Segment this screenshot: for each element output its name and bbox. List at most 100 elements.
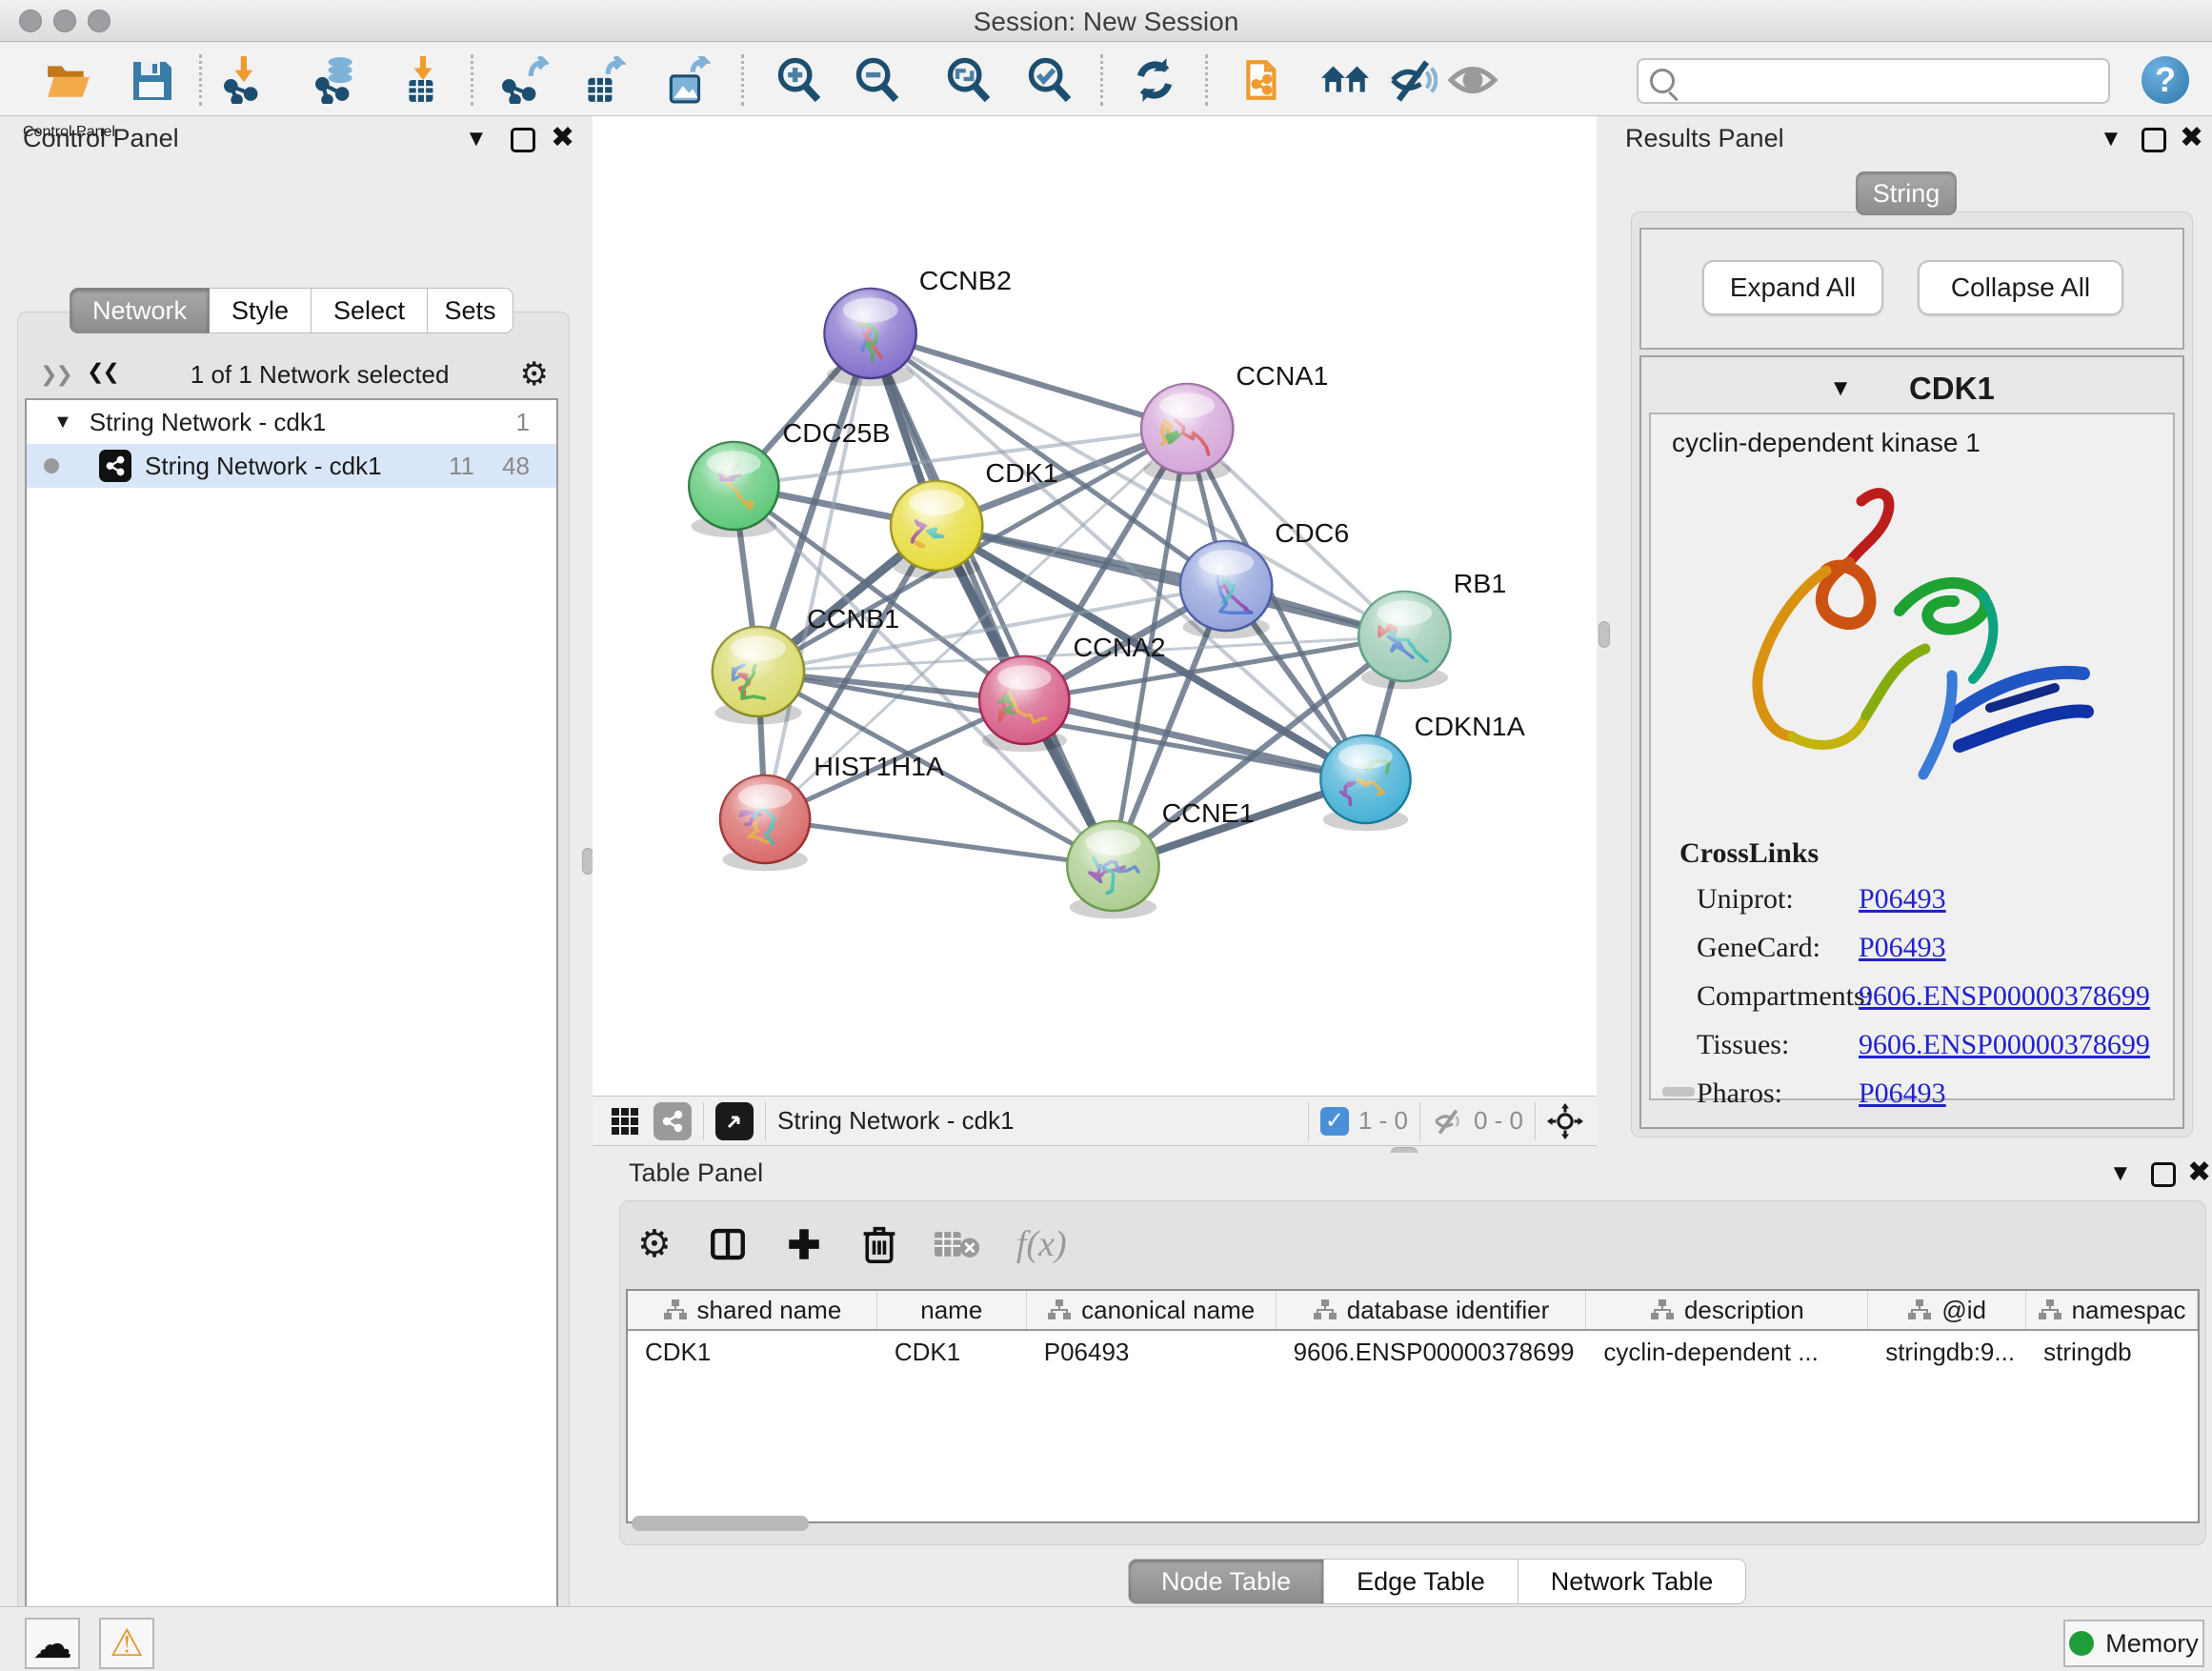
delete-table-icon[interactable] bbox=[935, 1227, 980, 1261]
panel-maximize-icon[interactable] bbox=[2151, 1162, 2176, 1187]
split-columns-icon[interactable] bbox=[708, 1224, 748, 1264]
collapse-all-icon[interactable]: ❯❯ bbox=[40, 362, 71, 387]
network-share-icon[interactable] bbox=[654, 1102, 692, 1140]
function-builder-icon[interactable]: f(x) bbox=[1016, 1223, 1067, 1265]
table-settings-gear-icon[interactable]: ⚙ bbox=[637, 1222, 672, 1266]
cell-6[interactable]: stringdb bbox=[2026, 1338, 2198, 1367]
search-icon bbox=[1650, 69, 1675, 93]
zoom-fit-button[interactable] bbox=[943, 54, 995, 106]
tab-node-table[interactable]: Node Table bbox=[1128, 1559, 1324, 1604]
expand-all-button[interactable]: Expand All bbox=[1702, 260, 1883, 315]
gear-icon[interactable]: ⚙ bbox=[520, 355, 549, 393]
panel-float-icon[interactable]: ▼ bbox=[2109, 1160, 2132, 1187]
export-image-button[interactable] bbox=[661, 54, 713, 106]
horizontal-scrollbar-thumb[interactable] bbox=[1662, 1087, 1695, 1097]
expander-icon[interactable]: ▼ bbox=[53, 412, 72, 433]
network-canvas[interactable]: CCNB2CCNA1CDC25BCDK1CDC6RB1CCNB1CCNA2CDK… bbox=[593, 116, 1597, 1096]
export-table-button[interactable] bbox=[576, 54, 628, 106]
birdseye-view-icon[interactable] bbox=[715, 1102, 754, 1140]
compartments-link[interactable]: 9606.ENSP00000378699 bbox=[1859, 980, 2150, 1013]
toolbar-separator bbox=[765, 1102, 766, 1140]
collection-count: 1 bbox=[516, 408, 530, 437]
panel-close-icon[interactable]: ✖ bbox=[551, 126, 574, 151]
tab-select[interactable]: Select bbox=[312, 288, 428, 333]
show-all-button[interactable] bbox=[1447, 54, 1498, 106]
network-collection-row[interactable]: ▼ String Network - cdk1 1 bbox=[27, 400, 556, 444]
protein-card-header[interactable]: ▼ CDK1 bbox=[1641, 371, 2182, 407]
cell-5[interactable]: stringdb:9... bbox=[1868, 1338, 2026, 1367]
grid-view-icon[interactable] bbox=[606, 1102, 644, 1140]
refresh-button[interactable] bbox=[1129, 54, 1180, 106]
cell-1[interactable]: CDK1 bbox=[877, 1338, 1027, 1367]
cell-4[interactable]: cyclin-dependent ... bbox=[1586, 1338, 1868, 1367]
panel-maximize-icon[interactable] bbox=[511, 128, 535, 152]
genecard-link[interactable]: P06493 bbox=[1859, 932, 1946, 964]
network-row[interactable]: String Network - cdk1 11 48 bbox=[27, 444, 556, 488]
tab-string[interactable]: String bbox=[1856, 171, 1957, 215]
search-input[interactable] bbox=[1682, 67, 2092, 96]
zoom-out-button[interactable] bbox=[852, 54, 903, 106]
hide-unselected-button[interactable] bbox=[1387, 54, 1438, 106]
svg-text:CDK1: CDK1 bbox=[985, 458, 1057, 489]
save-session-button[interactable] bbox=[126, 54, 177, 106]
help-button[interactable]: ? bbox=[2142, 56, 2189, 104]
warnings-button[interactable]: ⚠ bbox=[99, 1618, 154, 1669]
table-row[interactable]: CDK1CDK1P064939606.ENSP00000378699cyclin… bbox=[628, 1331, 2198, 1373]
panel-float-icon[interactable]: ▼ bbox=[2100, 126, 2122, 152]
cell-3[interactable]: 9606.ENSP00000378699 bbox=[1277, 1338, 1587, 1367]
tab-style[interactable]: Style bbox=[210, 288, 312, 333]
panel-float-icon[interactable]: ▼ bbox=[465, 126, 488, 152]
selected-checkbox-icon[interactable]: ✓ bbox=[1320, 1107, 1349, 1136]
network-label: String Network - cdk1 bbox=[145, 452, 382, 481]
expand-all-icon[interactable]: ❯❯ bbox=[89, 362, 120, 387]
hidden-eye-icon[interactable] bbox=[1432, 1107, 1464, 1136]
import-network-button[interactable] bbox=[221, 54, 272, 106]
table-horizontal-scrollbar-thumb[interactable] bbox=[632, 1516, 809, 1531]
add-column-icon[interactable] bbox=[784, 1224, 824, 1264]
control-panel: Control Panel Control Panel ▼ ✖ Network … bbox=[0, 116, 583, 1606]
import-database-button[interactable] bbox=[312, 54, 364, 106]
svg-text:CCNB1: CCNB1 bbox=[807, 604, 899, 634]
svg-text:CDC25B: CDC25B bbox=[783, 418, 891, 449]
delete-column-trash-icon[interactable] bbox=[860, 1223, 898, 1265]
cell-2[interactable]: P06493 bbox=[1027, 1338, 1277, 1367]
uniprot-link[interactable]: P06493 bbox=[1859, 883, 1946, 916]
panel-close-icon[interactable]: ✖ bbox=[2187, 1160, 2211, 1185]
current-network-dot bbox=[44, 458, 59, 473]
collapse-all-button[interactable]: Collapse All bbox=[1918, 260, 2123, 315]
zoom-selected-button[interactable] bbox=[1024, 54, 1076, 106]
tab-network[interactable]: Network bbox=[70, 288, 210, 333]
zoom-in-button[interactable] bbox=[774, 54, 825, 106]
collapse-section-icon[interactable]: ▼ bbox=[1829, 375, 1852, 402]
right-splitter-handle[interactable] bbox=[1599, 621, 1610, 648]
svg-text:HIST1H1A: HIST1H1A bbox=[814, 752, 944, 782]
tab-edge-table[interactable]: Edge Table bbox=[1324, 1559, 1518, 1604]
export-network-button[interactable] bbox=[499, 54, 551, 106]
column-header-3[interactable]: database identifier bbox=[1277, 1291, 1587, 1329]
network-edge-count: 48 bbox=[502, 452, 530, 481]
tab-network-table[interactable]: Network Table bbox=[1518, 1559, 1747, 1604]
tab-sets[interactable]: Sets bbox=[428, 288, 513, 333]
open-session-button[interactable] bbox=[42, 54, 93, 106]
status-bar: ☁ ⚠ Memory bbox=[0, 1606, 2212, 1671]
pan-crosshair-icon[interactable] bbox=[1547, 1103, 1583, 1139]
panel-maximize-icon[interactable] bbox=[2142, 128, 2166, 152]
column-header-5[interactable]: @id bbox=[1868, 1291, 2026, 1329]
string-network-view[interactable]: CCNB2CCNA1CDC25BCDK1CDC6RB1CCNB1CCNA2CDK… bbox=[593, 116, 1597, 1096]
column-header-1[interactable]: name bbox=[877, 1291, 1027, 1329]
share-network-file-button[interactable] bbox=[1238, 54, 1290, 106]
column-header-0[interactable]: shared name bbox=[628, 1291, 877, 1329]
tissues-link[interactable]: 9606.ENSP00000378699 bbox=[1859, 1029, 2150, 1061]
network-selection-status: 1 of 1 Network selected bbox=[120, 360, 520, 390]
memory-button[interactable]: Memory bbox=[2063, 1620, 2204, 1667]
cloud-status-button[interactable]: ☁ bbox=[25, 1618, 80, 1669]
cell-0[interactable]: CDK1 bbox=[628, 1338, 877, 1367]
column-header-4[interactable]: description bbox=[1586, 1291, 1868, 1329]
import-table-button[interactable] bbox=[397, 54, 449, 106]
column-header-6[interactable]: namespac bbox=[2026, 1291, 2198, 1329]
string-home-button[interactable] bbox=[1319, 54, 1371, 106]
pharos-link[interactable]: P06493 bbox=[1859, 1077, 1946, 1110]
panel-close-icon[interactable]: ✖ bbox=[2180, 126, 2203, 151]
control-panel-title: Control Panel bbox=[23, 124, 179, 153]
column-header-2[interactable]: canonical name bbox=[1027, 1291, 1277, 1329]
